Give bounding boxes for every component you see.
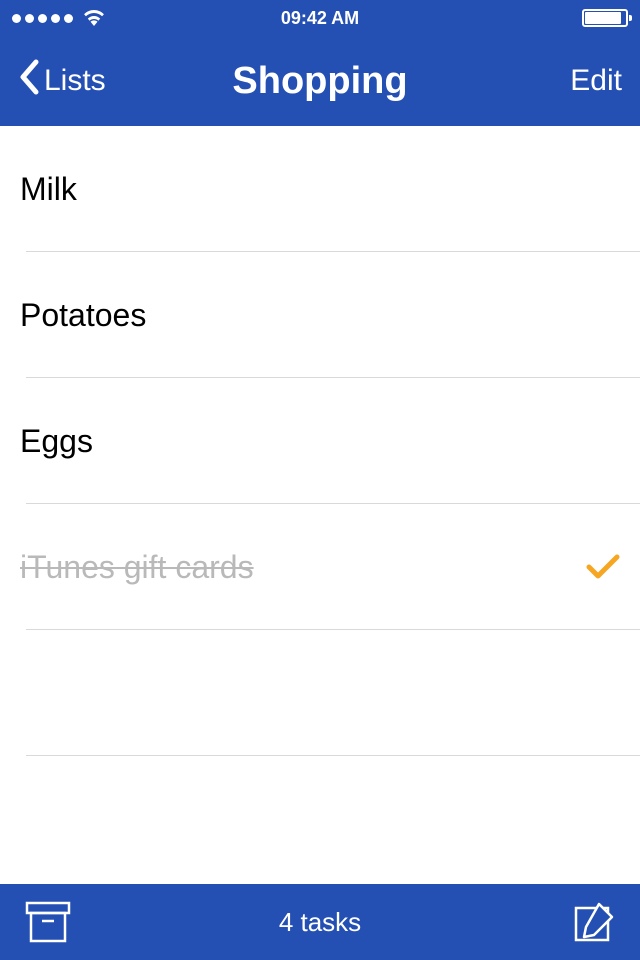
- archive-button[interactable]: [24, 900, 72, 944]
- edit-button[interactable]: Edit: [570, 64, 622, 98]
- task-label: Eggs: [20, 423, 93, 460]
- status-left: [12, 10, 105, 26]
- task-count-label: 4 tasks: [0, 907, 640, 938]
- toolbar: 4 tasks: [0, 884, 640, 960]
- task-label: Milk: [20, 171, 77, 208]
- task-row[interactable]: iTunes gift cards: [0, 504, 640, 630]
- task-label: iTunes gift cards: [20, 549, 254, 586]
- task-row[interactable]: Milk: [0, 126, 640, 252]
- archive-icon: [24, 900, 72, 944]
- chevron-left-icon: [18, 59, 40, 103]
- status-bar: 09:42 AM: [0, 0, 640, 36]
- empty-row: [0, 630, 640, 756]
- task-row[interactable]: Eggs: [0, 378, 640, 504]
- checkmark-icon: [586, 554, 620, 580]
- task-row[interactable]: Potatoes: [0, 252, 640, 378]
- back-label: Lists: [44, 64, 106, 98]
- wifi-icon: [83, 10, 105, 26]
- signal-strength-icon: [12, 14, 73, 23]
- navigation-bar: Lists Shopping Edit: [0, 36, 640, 126]
- task-list: Milk Potatoes Eggs iTunes gift cards: [0, 126, 640, 884]
- task-label: Potatoes: [20, 297, 146, 334]
- compose-button[interactable]: [572, 900, 616, 944]
- back-button[interactable]: Lists: [18, 59, 106, 103]
- compose-icon: [572, 900, 616, 944]
- battery-icon: [582, 9, 628, 27]
